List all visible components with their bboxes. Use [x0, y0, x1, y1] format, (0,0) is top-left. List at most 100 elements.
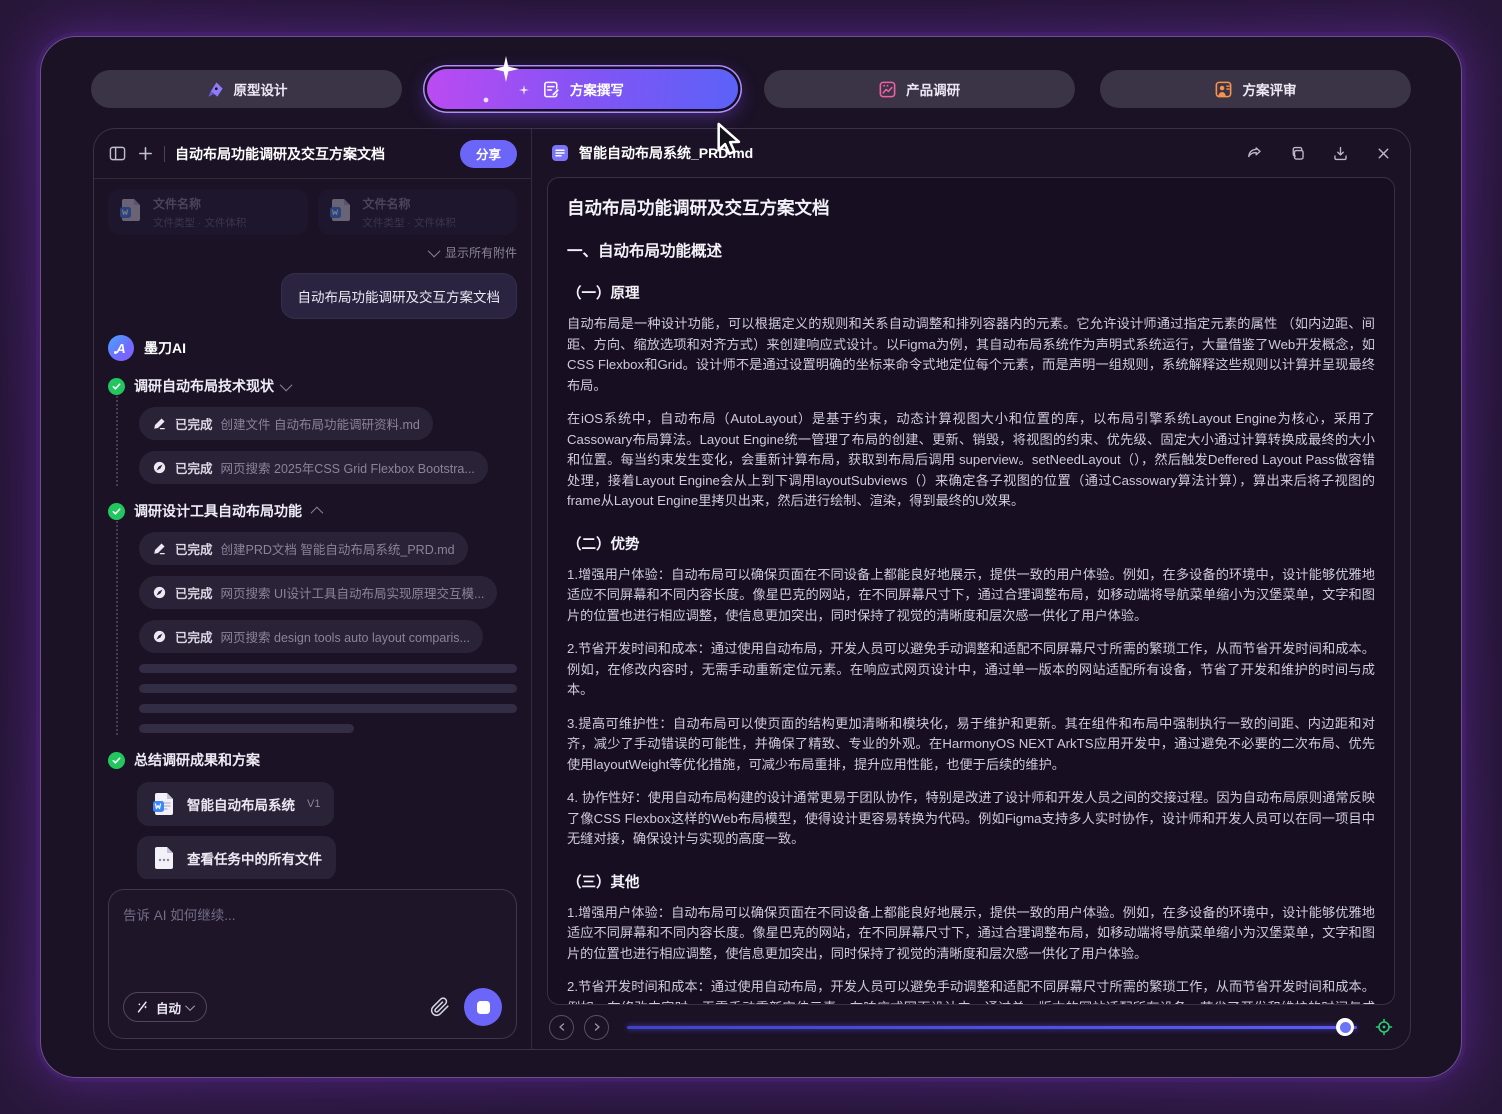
task-group: 调研自动布局技术现状已完成创建文件 自动布局功能调研资料.md已完成网页搜索 2… [108, 376, 517, 486]
task-group-header[interactable]: 调研设计工具自动布局功能 [108, 501, 517, 521]
doc-paragraph: 1.增强用户体验：自动布局可以确保页面在不同设备上都能良好地展示，提供一致的用户… [567, 565, 1375, 627]
check-icon [108, 503, 125, 520]
task-step-status: 已完成 [175, 627, 213, 646]
attachment-doc-icon [328, 197, 354, 228]
version-badge: V1 [307, 798, 320, 810]
attachment-doc-icon [118, 197, 144, 228]
skeleton-bar [139, 704, 517, 713]
next-page-button[interactable] [584, 1015, 609, 1040]
document-panel: 智能自动布局系统_PRD.md 自动布局功能调研及交互方案文档一、自动布局功能概… [532, 129, 1410, 1049]
check-icon [108, 752, 125, 769]
assistant-avatar: A [108, 335, 134, 361]
skeleton-bar [139, 664, 517, 673]
task-step-pill[interactable]: 已完成创建PRD文档 智能自动布局系统_PRD.md [139, 532, 468, 565]
pen-icon [152, 541, 167, 556]
mode-selector[interactable]: 自动 [123, 992, 207, 1022]
chat-panel-header: 自动布局功能调研及交互方案文档 分享 [94, 129, 531, 179]
task-step-status: 已完成 [175, 414, 213, 433]
tab-proposal-review[interactable]: 方案评审 [1100, 70, 1411, 108]
share-button[interactable]: 分享 [460, 140, 517, 168]
attachment-meta: 文件类型 · 文件体积 [153, 215, 246, 230]
show-all-attachments-button[interactable]: 显示所有附件 [108, 244, 517, 261]
web-search-icon [152, 585, 167, 600]
stop-generation-button[interactable] [464, 988, 502, 1026]
task-group-header[interactable]: 调研自动布局技术现状 [108, 376, 517, 396]
locate-target-icon[interactable] [1375, 1018, 1393, 1036]
task-group-list: 调研自动布局技术现状已完成创建文件 自动布局功能调研资料.md已完成网页搜索 2… [108, 376, 517, 770]
attachment-card[interactable]: 文件名称文件类型 · 文件体积 [108, 189, 308, 235]
attachment-card[interactable]: 文件名称文件类型 · 文件体积 [318, 189, 518, 235]
copy-icon[interactable] [1289, 145, 1306, 162]
tab-label: 方案撰写 [570, 79, 624, 99]
attachment-text: 文件名称文件类型 · 文件体积 [153, 195, 246, 230]
task-group: 总结调研成果和方案 [108, 750, 517, 770]
user-message-bubble: 自动布局功能调研及交互方案文档 [281, 273, 518, 319]
header-divider [164, 146, 165, 162]
doc-heading: （三）其他 [567, 871, 1375, 892]
doc-heading: 一、自动布局功能概述 [567, 239, 1375, 261]
slider-track[interactable] [627, 1026, 1357, 1029]
chevron-down-icon [185, 1001, 195, 1011]
slider-thumb[interactable] [1336, 1018, 1354, 1036]
doc-paragraph: 2.节省开发时间和成本：通过使用自动布局，开发人员可以避免手动调整和适配不同屏幕… [567, 639, 1375, 701]
task-step-pill[interactable]: 已完成创建文件 自动布局功能调研资料.md [139, 407, 433, 440]
task-group-header[interactable]: 总结调研成果和方案 [108, 750, 517, 770]
task-group-title: 调研设计工具自动布局功能 [134, 501, 302, 521]
doc-paragraph: 3.提高可维护性：自动布局可以使页面的结构更加清晰和模块化，易于维护和更新。其在… [567, 714, 1375, 776]
task-group-title: 调研自动布局技术现状 [134, 376, 274, 396]
doc-heading: （一）原理 [567, 282, 1375, 303]
composer-input[interactable] [123, 904, 502, 988]
attach-file-button[interactable] [430, 997, 450, 1017]
attachment-cards: 文件名称文件类型 · 文件体积 文件名称文件类型 · 文件体积 [108, 189, 517, 235]
task-step-pill[interactable]: 已完成网页搜索 UI设计工具自动布局实现原理交互模... [139, 576, 497, 609]
result-file-name: 智能自动布局系统 [187, 794, 295, 814]
doc-heading: （二）优势 [567, 533, 1375, 554]
top-nav: 原型设计 方案撰写 产品调研 方案评审 [91, 67, 1411, 111]
tab-product-research[interactable]: 产品调研 [764, 70, 1075, 108]
document-content[interactable]: 自动布局功能调研及交互方案文档一、自动布局功能概述（一）原理自动布局是一种设计功… [548, 178, 1394, 1004]
task-group-body: 已完成创建文件 自动布局功能调研资料.md已完成网页搜索 2025年CSS Gr… [116, 396, 517, 486]
tab-label: 产品调研 [906, 79, 960, 99]
tab-label: 方案评审 [1242, 79, 1296, 99]
result-file-list: 智能自动布局系统 V1 查看任务中的所有文件 [137, 782, 517, 879]
composer: 自动 [108, 889, 517, 1039]
web-search-icon [152, 629, 167, 644]
document-card: 自动布局功能调研及交互方案文档一、自动布局功能概述（一）原理自动布局是一种设计功… [547, 177, 1395, 1005]
document-footer [547, 1005, 1395, 1049]
prev-page-button[interactable] [549, 1015, 574, 1040]
mode-label: 自动 [156, 998, 181, 1017]
main-content: 自动布局功能调研及交互方案文档 分享 文件名称文件类型 · 文件体积文件名称文件… [93, 128, 1411, 1050]
task-step-text: 创建文件 自动布局功能调研资料.md [221, 414, 420, 433]
task-group: 调研设计工具自动布局功能已完成创建PRD文档 智能自动布局系统_PRD.md已完… [108, 501, 517, 735]
result-file-name: 查看任务中的所有文件 [187, 848, 322, 868]
task-step-status: 已完成 [175, 458, 213, 477]
task-group-title: 总结调研成果和方案 [134, 750, 260, 770]
chat-panel: 自动布局功能调研及交互方案文档 分享 文件名称文件类型 · 文件体积文件名称文件… [94, 129, 532, 1049]
stop-icon [477, 1001, 490, 1014]
download-icon[interactable] [1332, 145, 1349, 162]
sparkle-icon [493, 56, 519, 82]
tab-prototype-design[interactable]: 原型设计 [91, 70, 402, 108]
web-search-icon [152, 460, 167, 475]
doc-paragraph: 1.增强用户体验：自动布局可以确保页面在不同设备上都能良好地展示，提供一致的用户… [567, 903, 1375, 965]
attachment-text: 文件名称文件类型 · 文件体积 [363, 195, 456, 230]
chat-scroll-area[interactable]: 文件名称文件类型 · 文件体积 文件名称文件类型 · 文件体积 显示所有附件 自动… [94, 179, 531, 879]
close-icon[interactable] [1375, 145, 1392, 162]
task-step-pill[interactable]: 已完成网页搜索 2025年CSS Grid Flexbox Bootstra..… [139, 451, 488, 484]
share-icon[interactable] [1246, 145, 1263, 162]
result-file-card[interactable]: 智能自动布局系统 V1 [137, 782, 334, 826]
document-actions [1246, 145, 1392, 162]
task-step-pill[interactable]: 已完成网页搜索 design tools auto layout compari… [139, 620, 483, 653]
tab-proposal-writing[interactable]: 方案撰写 [427, 69, 738, 109]
version-slider[interactable] [627, 1018, 1357, 1036]
doc-paragraph: 2.节省开发时间和成本：通过使用自动布局，开发人员可以避免手动调整和适配不同屏幕… [567, 977, 1375, 1004]
result-file-card[interactable]: 查看任务中的所有文件 [137, 836, 336, 879]
attachment-meta: 文件类型 · 文件体积 [363, 215, 456, 230]
doc-heading: 自动布局功能调研及交互方案文档 [567, 195, 1375, 220]
sidebar-toggle-button[interactable] [108, 145, 126, 163]
doc-word-icon [151, 791, 177, 817]
skeleton-bar [139, 684, 517, 693]
chevron-down-icon [428, 245, 441, 258]
new-chat-button[interactable] [136, 145, 154, 163]
task-step-text: 创建PRD文档 智能自动布局系统_PRD.md [221, 539, 455, 558]
